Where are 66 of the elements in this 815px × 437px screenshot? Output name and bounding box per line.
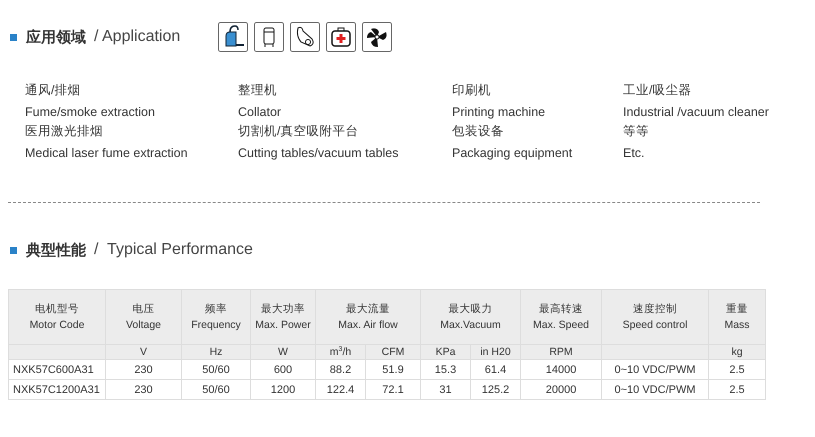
- column-header: 电压 Voltage: [106, 290, 182, 344]
- unit-cell: kg: [708, 344, 766, 360]
- bullet-icon: [10, 34, 17, 40]
- application-label: 工业/吸尘器: [623, 82, 692, 99]
- application-label: 印刷机: [452, 82, 492, 99]
- unit-cell: RPM: [520, 344, 602, 360]
- table-cell: 20000: [520, 380, 602, 400]
- table-cell: 51.9: [366, 360, 421, 380]
- table-cell: 15.3: [420, 360, 471, 380]
- unit-cell: Hz: [182, 344, 250, 360]
- application-label: Industrial /vacuum cleaner: [623, 105, 770, 119]
- application-label: Packaging equipment: [452, 146, 574, 160]
- table-cell: 122.4: [316, 380, 366, 400]
- fan-icon: [362, 22, 392, 52]
- application-label: 通风/排烟: [25, 82, 82, 99]
- application-label: 医用激光排烟: [25, 123, 104, 140]
- section-subtitle: / Typical Performance: [94, 241, 253, 259]
- bin-icon: [254, 22, 284, 52]
- table-cell: NXK57C1200A31: [8, 380, 106, 400]
- table-cell: 2.5: [708, 380, 766, 400]
- table-cell: 1200: [250, 380, 316, 400]
- column-header: 重量 Mass: [708, 290, 766, 344]
- application-label: Collator: [238, 105, 282, 119]
- column-header: 最大功率 Max. Power: [250, 290, 316, 344]
- table-cell: NXK57C600A31: [8, 360, 106, 380]
- table-cell: 2.5: [708, 360, 766, 380]
- table-cell: 50/60: [182, 380, 250, 400]
- table-cell: 88.2: [316, 360, 366, 380]
- column-header: 速度控制 Speed control: [602, 290, 709, 344]
- application-label: 切割机/真空吸附平台: [238, 123, 360, 140]
- table-cell: 230: [106, 380, 182, 400]
- table-cell: 31: [420, 380, 471, 400]
- application-label: 包装设备: [452, 123, 505, 140]
- table-cell: 0~10 VDC/PWM: [602, 380, 709, 400]
- section-title: 应用领域: [26, 28, 86, 46]
- unit-cell: KPa: [420, 344, 471, 360]
- table-cell: 125.2: [470, 380, 521, 400]
- application-label: Cutting tables/vacuum tables: [238, 146, 400, 160]
- application-label: Etc.: [623, 146, 646, 160]
- column-header: 电机型号 Motor Code: [8, 290, 106, 344]
- application-label: Fume/smoke extraction: [25, 105, 156, 119]
- table-cell: 230: [106, 360, 182, 380]
- application-label: Medical laser fume extraction: [25, 146, 189, 160]
- application-label: 整理机: [238, 82, 278, 99]
- vacuum-cleaner-icon: [218, 22, 248, 52]
- table-cell: 72.1: [366, 380, 421, 400]
- unit-cell: V: [106, 344, 182, 360]
- table-cell: 600: [250, 360, 316, 380]
- application-label: Printing machine: [452, 105, 546, 119]
- unit-cell: m$^{3}$/h: [316, 344, 366, 360]
- application-label: 等等: [623, 123, 650, 140]
- table-cell: 0~10 VDC/PWM: [602, 360, 709, 380]
- section-subtitle: / Application: [94, 28, 180, 46]
- table-cell: 14000: [520, 360, 602, 380]
- unit-cell: in H20: [470, 344, 521, 360]
- column-header: 频率 Frequency: [182, 290, 250, 344]
- column-header: 最大流量 Max. Air flow: [316, 290, 421, 344]
- table-cell: 61.4: [470, 360, 521, 380]
- unit-cell: CFM: [366, 344, 421, 360]
- column-header: 最大吸力 Max.Vacuum: [420, 290, 521, 344]
- unit-cell: W: [250, 344, 316, 360]
- column-header: 最高转速 Max. Speed: [520, 290, 602, 344]
- table-cell: 50/60: [182, 360, 250, 380]
- section-title: 典型性能: [26, 240, 86, 260]
- first-aid-kit-icon: [326, 22, 356, 52]
- bullet-icon: [10, 246, 17, 254]
